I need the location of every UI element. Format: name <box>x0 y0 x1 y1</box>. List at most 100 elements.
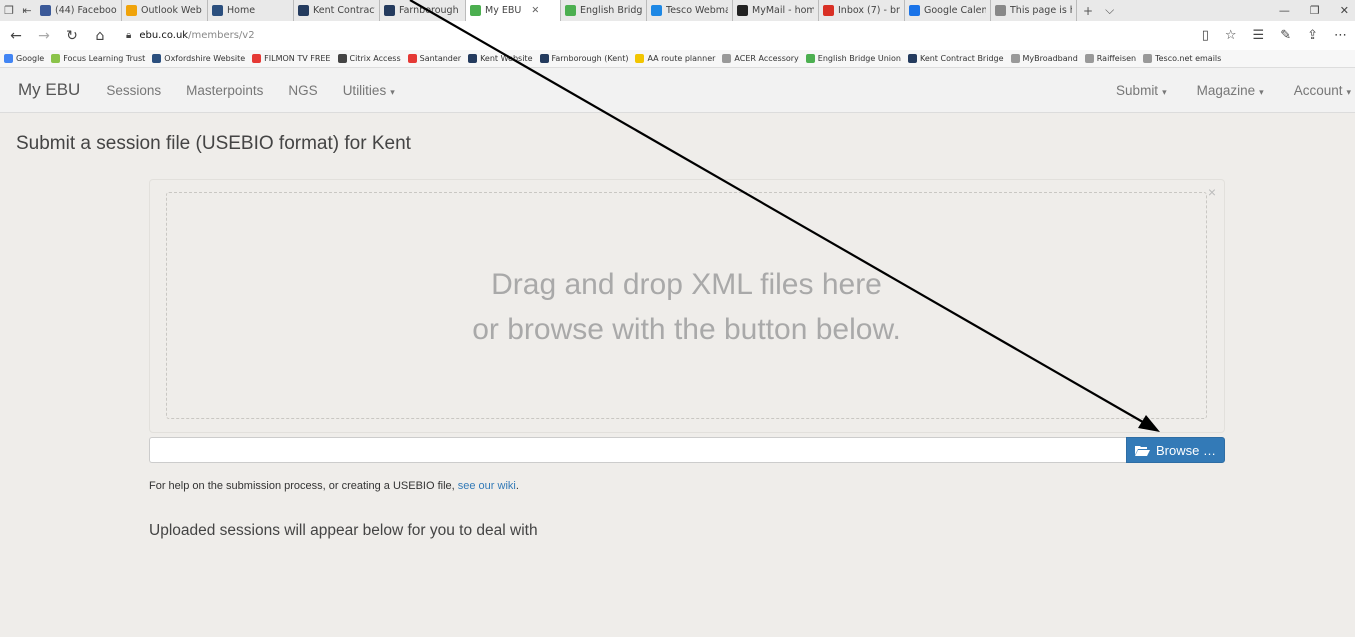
browser-tab[interactable]: MyMail - home <box>733 0 819 21</box>
caret-down-icon: ▾ <box>1259 86 1264 97</box>
browser-tab[interactable]: This page is hav <box>991 0 1077 21</box>
favorite-label: Citrix Access <box>349 54 401 63</box>
file-path-input[interactable] <box>149 437 1126 463</box>
close-icon[interactable]: × <box>1208 184 1216 200</box>
forward-icon[interactable]: → <box>32 28 56 44</box>
more-icon[interactable]: ⋯ <box>1334 28 1347 43</box>
browser-tab[interactable]: Tesco Webmail: <box>647 0 733 21</box>
restore-icon[interactable]: ❐ <box>1310 4 1320 17</box>
favorite-label: English Bridge Union <box>817 54 901 63</box>
favorite-link[interactable]: AA route planner <box>635 54 715 63</box>
close-tab-icon[interactable]: ✕ <box>531 5 539 16</box>
favorite-link[interactable]: Raiffeisen <box>1084 54 1137 63</box>
back-icon[interactable]: ← <box>4 28 28 44</box>
favorite-link[interactable]: MyBroadband <box>1010 54 1078 63</box>
favorite-label: Tesco.net emails <box>1155 54 1222 63</box>
browser-tab[interactable]: (44) Facebook <box>36 0 122 21</box>
favorite-link[interactable]: Oxfordshire Website <box>152 54 245 63</box>
browser-tab[interactable]: Google Calenda <box>905 0 991 21</box>
browser-tab-label: English Bridge U <box>580 5 642 16</box>
notes-pen-icon[interactable]: ✎ <box>1280 28 1291 43</box>
nav-ngs[interactable]: NGS <box>288 83 317 98</box>
browser-tab[interactable]: Home <box>208 0 294 21</box>
tab-favicon-icon <box>565 5 576 16</box>
url-path: /members/v2 <box>188 30 255 41</box>
browser-tab[interactable]: My EBU ✕ <box>466 0 561 21</box>
caret-down-icon: ▾ <box>1162 86 1167 97</box>
favorite-favicon-icon <box>51 54 61 63</box>
tab-favicon-icon <box>737 5 748 16</box>
favorite-link[interactable]: Focus Learning Trust <box>51 54 145 63</box>
browser-tab[interactable]: Outlook Web Ap <box>122 0 208 21</box>
browser-tab[interactable]: Inbox (7) - brow <box>819 0 905 21</box>
favorite-label: Kent Contract Bridge <box>919 54 1004 63</box>
wiki-link[interactable]: see our wiki <box>458 480 516 492</box>
nav-submit[interactable]: Submit ▾ <box>1116 83 1167 98</box>
tab-favicon-icon <box>212 5 223 16</box>
browser-tab-label: My EBU <box>485 5 522 16</box>
reading-view-icon[interactable]: ▯ <box>1202 28 1209 43</box>
favorite-label: Kent Website <box>480 54 533 63</box>
favorite-link[interactable]: Tesco.net emails <box>1143 54 1221 63</box>
tab-favicon-icon <box>823 5 834 16</box>
favorite-favicon-icon <box>1084 54 1094 63</box>
favorite-link[interactable]: Kent Contract Bridge <box>907 54 1004 63</box>
share-icon[interactable]: ⇪ <box>1307 28 1318 43</box>
nav-sessions[interactable]: Sessions <box>106 83 161 98</box>
tab-preview-icon[interactable]: ❐ <box>0 4 18 17</box>
caret-down-icon: ▾ <box>390 86 395 97</box>
brand-link[interactable]: My EBU <box>18 80 80 100</box>
favorite-label: MyBroadband <box>1022 54 1078 63</box>
tab-list-chevron-icon[interactable]: ⌵ <box>1099 3 1120 18</box>
refresh-icon[interactable]: ↻ <box>60 28 84 44</box>
favorite-label: Focus Learning Trust <box>63 54 146 63</box>
browse-button[interactable]: Browse … <box>1126 437 1225 463</box>
new-tab-icon[interactable]: + <box>1077 4 1099 18</box>
browser-tab[interactable]: English Bridge U <box>561 0 647 21</box>
favorite-link[interactable]: Google <box>4 54 44 63</box>
url-field[interactable]: 🔒︎ ebu.co.uk/members/v2 <box>126 30 255 41</box>
favorite-link[interactable]: ACER Accessory <box>722 54 799 63</box>
favorite-label: Raiffeisen <box>1096 54 1137 63</box>
favorites-hub-icon[interactable]: ☰ <box>1253 28 1265 43</box>
minimize-icon[interactable]: — <box>1279 4 1290 17</box>
favorite-link[interactable]: Farnborough (Kent) <box>539 54 629 63</box>
browser-tab-label: Inbox (7) - brow <box>838 5 900 16</box>
close-window-icon[interactable]: ✕ <box>1340 4 1349 17</box>
nav-account[interactable]: Account ▾ <box>1294 83 1351 98</box>
favorite-label: ACER Accessory <box>734 54 799 63</box>
favorite-favicon-icon <box>1143 54 1153 63</box>
favorite-favicon-icon <box>539 54 549 63</box>
nav-masterpoints[interactable]: Masterpoints <box>186 83 263 98</box>
favorite-label: Farnborough (Kent) <box>551 54 629 63</box>
favorite-link[interactable]: English Bridge Union <box>805 54 901 63</box>
set-aside-tabs-icon[interactable]: ⇤ <box>18 4 36 17</box>
browser-tab[interactable]: Kent Contract Br <box>294 0 380 21</box>
favorite-favicon-icon <box>1010 54 1020 63</box>
favorite-favicon-icon <box>805 54 815 63</box>
favorite-label: FILMON TV FREE <box>264 54 331 63</box>
favorite-link[interactable]: Kent Website <box>468 54 533 63</box>
help-text: For help on the submission process, or c… <box>149 480 519 492</box>
tab-favicon-icon <box>298 5 309 16</box>
browser-tab-label: (44) Facebook <box>55 5 117 16</box>
url-host: ebu.co.uk <box>139 30 189 41</box>
favorite-favicon-icon <box>152 54 162 63</box>
tab-favicon-icon <box>909 5 920 16</box>
favorite-star-icon[interactable]: ☆ <box>1225 28 1237 43</box>
help-prefix: For help on the submission process, or c… <box>149 480 455 492</box>
favorite-link[interactable]: Citrix Access <box>337 54 401 63</box>
favorite-favicon-icon <box>468 54 478 63</box>
nav-magazine[interactable]: Magazine ▾ <box>1197 83 1264 98</box>
nav-magazine-label: Magazine <box>1196 82 1256 98</box>
favorite-link[interactable]: FILMON TV FREE <box>252 54 331 63</box>
lock-icon: 🔒︎ <box>126 30 132 41</box>
home-icon[interactable]: ⌂ <box>88 28 112 44</box>
favorite-favicon-icon <box>635 54 645 63</box>
page-title: Submit a session file (USEBIO format) fo… <box>16 133 411 154</box>
drop-zone[interactable]: Drag and drop XML files here or browse w… <box>166 192 1207 419</box>
favorite-link[interactable]: Santander <box>407 54 461 63</box>
browser-tab[interactable]: Farnborough (Ke <box>380 0 466 21</box>
favorites-bar: Google Focus Learning Trust Oxfordshire We… <box>0 50 1355 68</box>
nav-utilities[interactable]: Utilities ▾ <box>343 83 395 98</box>
